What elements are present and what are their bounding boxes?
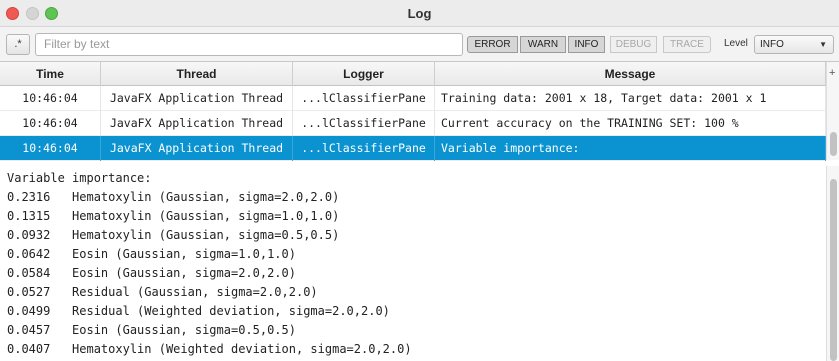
- detail-line: 0.0584 Eosin (Gaussian, sigma=2.0,2.0): [7, 266, 296, 280]
- add-column-icon[interactable]: +: [829, 67, 835, 79]
- cell-logger: ...lClassifierPane: [293, 86, 435, 111]
- column-header-logger[interactable]: Logger: [293, 62, 435, 86]
- detail-line: 0.0407 Hematoxylin (Weighted deviation, …: [7, 342, 412, 356]
- detail-line: 0.0457 Eosin (Gaussian, sigma=0.5,0.5): [7, 323, 296, 337]
- detail-line: 0.0527 Residual (Gaussian, sigma=2.0,2.0…: [7, 285, 318, 299]
- warn-level-toggle[interactable]: WARN: [520, 36, 566, 53]
- detail-line: 0.0499 Residual (Weighted deviation, sig…: [7, 304, 390, 318]
- cell-message: Variable importance:: [435, 136, 826, 161]
- info-level-toggle[interactable]: INFO: [568, 36, 605, 53]
- cell-message: Training data: 2001 x 18, Target data: 2…: [435, 86, 826, 111]
- cell-logger: ...lClassifierPane: [293, 136, 435, 161]
- log-table: Time Thread Logger Message 10:46:04 Java…: [0, 62, 839, 161]
- column-header-time[interactable]: Time: [0, 62, 101, 86]
- trace-level-toggle[interactable]: TRACE: [663, 36, 711, 53]
- cell-time: 10:46:04: [0, 86, 101, 111]
- cell-logger: ...lClassifierPane: [293, 111, 435, 136]
- toolbar: .* Filter by text ERROR WARN INFO DEBUG …: [0, 27, 839, 62]
- detail-line: 0.2316 Hematoxylin (Gaussian, sigma=2.0,…: [7, 190, 340, 204]
- column-header-message[interactable]: Message: [435, 62, 826, 86]
- table-header: Time Thread Logger Message: [0, 62, 826, 86]
- details-scrollbar[interactable]: [826, 166, 839, 361]
- cell-thread: JavaFX Application Thread: [101, 136, 293, 161]
- cell-thread: JavaFX Application Thread: [101, 111, 293, 136]
- detail-line: 0.1315 Hematoxylin (Gaussian, sigma=1.0,…: [7, 209, 340, 223]
- error-level-toggle[interactable]: ERROR: [467, 36, 518, 53]
- table-scrollbar[interactable]: +: [826, 62, 839, 160]
- detail-line: Variable importance:: [7, 171, 152, 185]
- filter-input[interactable]: Filter by text: [35, 33, 463, 56]
- cell-thread: JavaFX Application Thread: [101, 86, 293, 111]
- message-details: Variable importance: 0.2316 Hematoxylin …: [0, 166, 826, 361]
- cell-message: Current accuracy on the TRAINING SET: 10…: [435, 111, 826, 136]
- cell-time: 10:46:04: [0, 136, 101, 161]
- level-label: Level: [724, 38, 748, 49]
- level-select[interactable]: INFO ▼: [754, 35, 834, 54]
- window-title: Log: [407, 6, 432, 21]
- table-scrollbar-thumb[interactable]: [830, 132, 837, 156]
- table-row[interactable]: 10:46:04 JavaFX Application Thread ...lC…: [0, 111, 826, 136]
- title-bar: Log: [0, 0, 839, 27]
- chevron-down-icon: ▼: [819, 40, 827, 49]
- table-row[interactable]: 10:46:04 JavaFX Application Thread ...lC…: [0, 86, 826, 111]
- cell-time: 10:46:04: [0, 111, 101, 136]
- column-header-thread[interactable]: Thread: [101, 62, 293, 86]
- level-select-value: INFO: [760, 39, 784, 50]
- regex-toggle-button[interactable]: .*: [6, 34, 30, 55]
- table-row-selected[interactable]: 10:46:04 JavaFX Application Thread ...lC…: [0, 136, 826, 161]
- detail-line: 0.0642 Eosin (Gaussian, sigma=1.0,1.0): [7, 247, 296, 261]
- detail-line: 0.0932 Hematoxylin (Gaussian, sigma=0.5,…: [7, 228, 340, 242]
- details-scrollbar-thumb[interactable]: [830, 179, 837, 361]
- debug-level-toggle[interactable]: DEBUG: [610, 36, 657, 53]
